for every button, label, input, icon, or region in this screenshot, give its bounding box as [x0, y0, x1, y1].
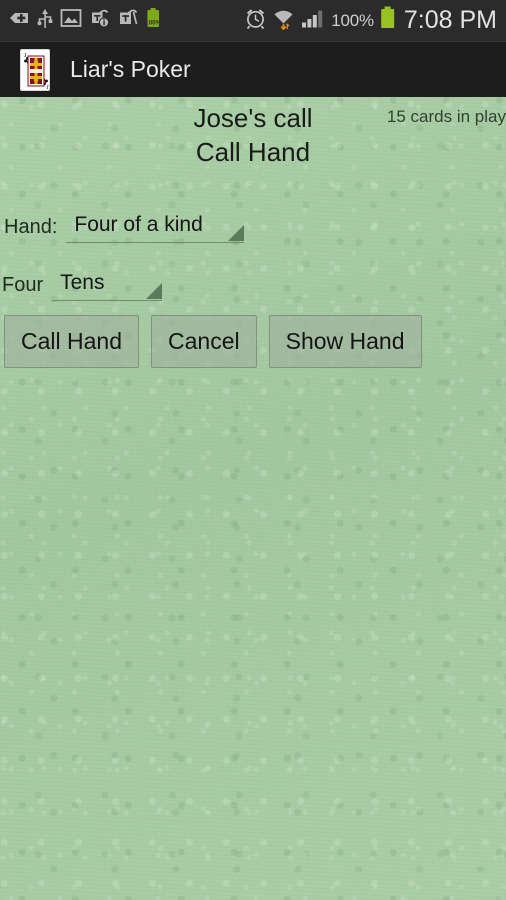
app-title-label: Liar's Poker [70, 56, 191, 82]
hand-spinner-value: Four of a kind [74, 213, 203, 236]
rank-spinner[interactable]: Tens [52, 271, 163, 302]
alarm-clock-icon [244, 7, 267, 35]
action-button-row: Call Hand Cancel Show Hand [4, 315, 422, 369]
game-content-area: Jose's call Call Hand 15 cards in play H… [0, 97, 506, 900]
header-row: Jose's call Call Hand 15 cards in play [0, 97, 506, 167]
battery-small-icon: 100% [145, 6, 162, 36]
battery-icon [379, 5, 397, 37]
android-screen: 100% 100% 7:08 PM J J Liar's Poker Jose'… [0, 0, 506, 900]
spinner-dropdown-arrow-icon [146, 283, 163, 299]
svg-text:100%: 100% [145, 19, 162, 26]
battery-percent-label: 100% [331, 10, 374, 30]
usb-icon [36, 7, 54, 35]
cell-signal-icon [300, 7, 326, 35]
status-bar-right-icons: 100% 7:08 PM [244, 5, 506, 37]
show-hand-button[interactable]: Show Hand [268, 315, 422, 369]
status-bar: 100% 100% 7:08 PM [0, 0, 506, 42]
hand-field-row: Hand: Four of a kind [4, 213, 245, 244]
t-mobile-info-icon [88, 7, 111, 35]
jack-of-clubs-card-icon: J J [20, 48, 50, 91]
app-title-bar: J J Liar's Poker [0, 42, 506, 97]
status-bar-clock: 7:08 PM [403, 6, 497, 34]
status-bar-left-icons: 100% [0, 6, 162, 36]
call-hand-button[interactable]: Call Hand [4, 315, 139, 369]
t-mobile-icon [117, 7, 139, 35]
four-field-label: Four [2, 274, 44, 296]
screenshot-image-icon [60, 8, 82, 33]
hand-spinner[interactable]: Four of a kind [66, 213, 245, 244]
wifi-icon [272, 7, 295, 35]
page-title: Call Hand [195, 137, 311, 167]
spinner-dropdown-arrow-icon [228, 225, 245, 241]
four-field-row: Four Tens [2, 271, 163, 302]
cards-in-play-label: 15 cards in play [386, 107, 506, 126]
cancel-button[interactable]: Cancel [151, 315, 257, 369]
hand-field-label: Hand: [4, 216, 58, 238]
vpn-key-icon [8, 7, 30, 34]
